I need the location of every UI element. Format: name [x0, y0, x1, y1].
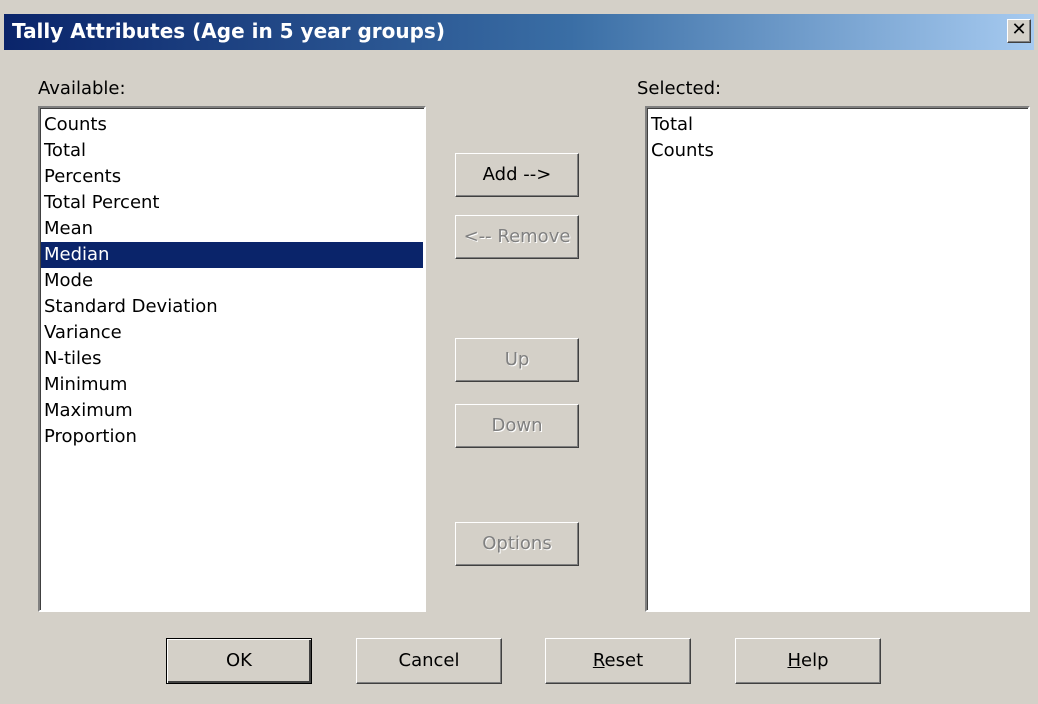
- selected-label: Selected:: [637, 78, 722, 99]
- close-button[interactable]: ✕: [1007, 19, 1031, 43]
- window-title: Tally Attributes (Age in 5 year groups): [12, 19, 445, 43]
- list-item[interactable]: Mode: [41, 268, 423, 294]
- reset-button[interactable]: Reset: [545, 638, 691, 684]
- list-item[interactable]: Median: [41, 242, 423, 268]
- reset-label-rest: eset: [604, 650, 644, 671]
- tally-attributes-dialog: Tally Attributes (Age in 5 year groups) …: [0, 0, 1038, 704]
- ok-button[interactable]: OK: [166, 638, 312, 684]
- list-item[interactable]: Total: [41, 138, 423, 164]
- down-button[interactable]: Down: [455, 404, 579, 448]
- close-icon: ✕: [1011, 19, 1027, 40]
- help-accelerator: H: [787, 650, 802, 671]
- available-list: Counts Total Percents Total Percent Mean Medi…: [41, 112, 423, 450]
- title-bar[interactable]: Tally Attributes (Age in 5 year groups) …: [4, 14, 1034, 50]
- list-item[interactable]: Counts: [41, 112, 423, 138]
- help-button[interactable]: Help: [735, 638, 881, 684]
- list-item[interactable]: Total Percent: [41, 190, 423, 216]
- list-item[interactable]: Proportion: [41, 424, 423, 450]
- selected-list: Total Counts: [648, 112, 1027, 164]
- up-button[interactable]: Up: [455, 338, 579, 382]
- selected-listbox[interactable]: Total Counts: [645, 106, 1030, 612]
- reset-accelerator: R: [592, 650, 605, 671]
- list-item[interactable]: Standard Deviation: [41, 294, 423, 320]
- list-item[interactable]: Maximum: [41, 398, 423, 424]
- help-label-rest: elp: [801, 650, 829, 671]
- options-button[interactable]: Options: [455, 522, 579, 566]
- list-item[interactable]: Total: [648, 112, 1027, 138]
- available-listbox[interactable]: Counts Total Percents Total Percent Mean Medi…: [38, 106, 426, 612]
- list-item[interactable]: Counts: [648, 138, 1027, 164]
- list-item[interactable]: Mean: [41, 216, 423, 242]
- list-item[interactable]: Variance: [41, 320, 423, 346]
- list-item[interactable]: N-tiles: [41, 346, 423, 372]
- list-item[interactable]: Percents: [41, 164, 423, 190]
- remove-button[interactable]: <-- Remove: [455, 215, 579, 259]
- cancel-button[interactable]: Cancel: [356, 638, 502, 684]
- available-label: Available:: [38, 78, 126, 99]
- add-button[interactable]: Add -->: [455, 153, 579, 197]
- list-item[interactable]: Minimum: [41, 372, 423, 398]
